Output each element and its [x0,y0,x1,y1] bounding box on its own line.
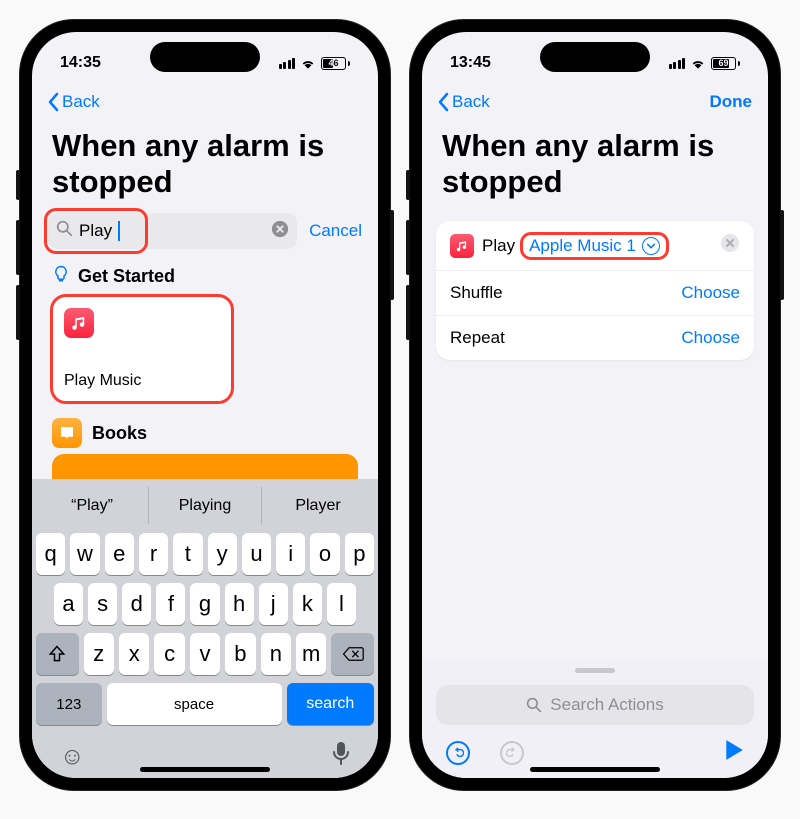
shuffle-row[interactable]: Shuffle Choose [436,270,754,315]
page-title: When any alarm is stopped [422,122,768,213]
key-w[interactable]: w [70,533,99,575]
key-u[interactable]: u [242,533,271,575]
backspace-key[interactable] [331,633,374,675]
search-icon [56,220,73,242]
repeat-row[interactable]: Repeat Choose [436,315,754,360]
key-y[interactable]: y [208,533,237,575]
wifi-icon [690,57,706,69]
key-f[interactable]: f [156,583,185,625]
cellular-icon [669,58,686,69]
search-input[interactable]: Play [79,221,112,241]
get-started-header: Get Started [32,249,378,296]
action-prefix: Play [482,236,515,256]
page-title: When any alarm is stopped [32,122,378,213]
action-main-row[interactable]: Play Apple Music 1 [436,221,754,270]
drag-handle[interactable] [575,668,615,673]
choose-button[interactable]: Choose [681,283,740,303]
key-g[interactable]: g [190,583,219,625]
chevron-left-icon [48,92,60,112]
home-indicator[interactable] [140,767,270,772]
key-p[interactable]: p [345,533,374,575]
play-button[interactable] [724,739,744,766]
key-m[interactable]: m [296,633,326,675]
key-h[interactable]: h [225,583,254,625]
dynamic-island [150,42,260,72]
kb-row4: 123 space search [36,683,374,725]
clear-icon[interactable] [271,220,289,243]
clear-icon[interactable] [720,233,740,258]
choose-button[interactable]: Choose [681,328,740,348]
battery-icon: 46 [321,57,350,70]
redo-button [500,741,524,765]
back-button[interactable]: Back [48,92,100,112]
chevron-left-icon [438,92,450,112]
keyboard-suggestions: “Play” Playing Player [36,487,374,525]
phone-right: 13:45 69 Back Done When any ala [410,20,780,790]
key-t[interactable]: t [173,533,202,575]
key-c[interactable]: c [154,633,184,675]
kb-row2: a s d f g h j k l [36,583,374,625]
wifi-icon [300,57,316,69]
status-time: 14:35 [60,54,101,72]
key-j[interactable]: j [259,583,288,625]
nav-bar: Back [32,82,378,122]
back-label: Back [452,92,490,112]
key-n[interactable]: n [261,633,291,675]
bulb-icon [52,265,70,288]
music-app-icon [450,234,474,258]
key-x[interactable]: x [119,633,149,675]
key-e[interactable]: e [105,533,134,575]
key-s[interactable]: s [88,583,117,625]
key-a[interactable]: a [54,583,83,625]
search-icon [526,697,542,713]
chevron-down-icon [642,237,660,255]
books-header: Books [32,402,378,454]
num-key[interactable]: 123 [36,683,102,725]
back-button[interactable]: Back [438,92,490,112]
bottom-panel: Search Actions [422,658,768,778]
mic-icon[interactable] [332,741,350,772]
key-k[interactable]: k [293,583,322,625]
music-app-icon [64,308,94,338]
back-label: Back [62,92,100,112]
search-field[interactable]: Play [48,213,297,249]
key-d[interactable]: d [122,583,151,625]
suggestion-1[interactable]: “Play” [36,487,148,524]
key-q[interactable]: q [36,533,65,575]
key-r[interactable]: r [139,533,168,575]
key-v[interactable]: v [190,633,220,675]
key-i[interactable]: i [276,533,305,575]
suggestion-2[interactable]: Playing [148,487,261,524]
card-label: Play Music [64,372,220,390]
shift-key[interactable] [36,633,79,675]
dynamic-island [540,42,650,72]
search-key[interactable]: search [287,683,374,725]
suggestion-3[interactable]: Player [261,487,374,524]
home-indicator[interactable] [530,767,660,772]
keyboard[interactable]: “Play” Playing Player q w e r t y u i o … [32,479,378,778]
battery-icon: 69 [711,57,740,70]
cellular-icon [279,58,296,69]
key-b[interactable]: b [225,633,255,675]
status-time: 13:45 [450,54,491,72]
key-z[interactable]: z [84,633,114,675]
search-actions-field[interactable]: Search Actions [436,685,754,725]
action-parameter[interactable]: Apple Music 1 [523,235,666,257]
action-card: Play Apple Music 1 Shuffle Choose R [436,221,754,360]
row-label: Shuffle [450,283,503,303]
key-o[interactable]: o [310,533,339,575]
emoji-icon[interactable]: ☺ [60,743,85,771]
undo-button[interactable] [446,741,470,765]
key-l[interactable]: l [327,583,356,625]
books-app-icon [52,418,82,448]
play-music-card[interactable]: Play Music [52,296,232,402]
kb-row3: z x c v b n m [36,633,374,675]
kb-row1: q w e r t y u i o p [36,533,374,575]
nav-bar: Back Done [422,82,768,122]
done-button[interactable]: Done [710,92,753,112]
cancel-button[interactable]: Cancel [309,221,362,241]
row-label: Repeat [450,328,505,348]
space-key[interactable]: space [107,683,282,725]
phone-left: 14:35 46 Back When any alarm is stopp [20,20,390,790]
